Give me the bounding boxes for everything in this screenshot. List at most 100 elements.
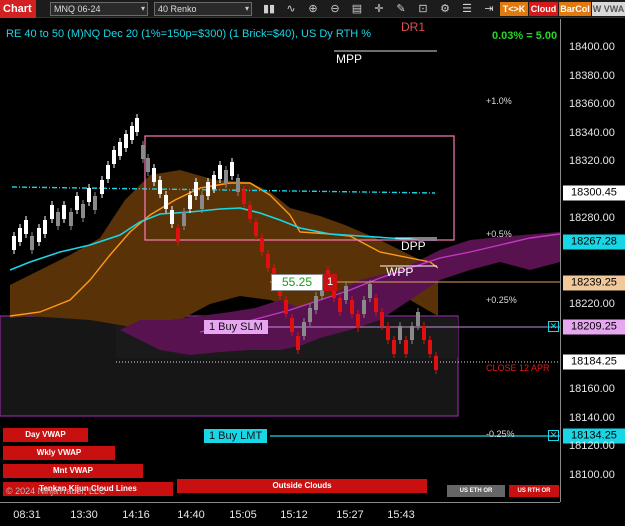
renko-brick (302, 322, 306, 336)
renko-brick (206, 182, 210, 196)
cancel-slm-icon[interactable]: ✕ (548, 321, 559, 332)
renko-brick (12, 236, 16, 250)
extend-icon[interactable]: ⇥ (482, 1, 496, 17)
renko-brick (188, 195, 192, 209)
vwap-toggle-button[interactable]: W VWA (592, 2, 625, 16)
time-tick-label: 15:27 (336, 509, 364, 521)
percent-readout: 0.03% = 5.00 (492, 30, 558, 42)
pct-label-1: +1.0% (486, 96, 512, 106)
mnt-vwap-button[interactable]: Mnt VWAP (3, 464, 143, 478)
buy-lmt-order[interactable]: 1 Buy LMT (204, 429, 268, 443)
renko-brick (141, 145, 145, 159)
renko-brick (362, 300, 366, 314)
zoom-out-icon[interactable]: ⊖ (328, 1, 342, 17)
price-tick-label: 18120.00 (569, 440, 615, 452)
copyright-text: © 2024 NinjaTrader, LLC (6, 486, 106, 496)
dr1-label: DR1 (401, 20, 426, 34)
chevron-down-icon: ▾ (140, 4, 145, 13)
lock-icon[interactable]: ⊡ (416, 1, 430, 17)
pnl-value[interactable]: 55.25 (271, 274, 323, 291)
renko-brick (62, 205, 66, 219)
close-price-badge: 18184.25 (563, 354, 625, 370)
chart-tab[interactable]: Chart (0, 0, 36, 18)
zoom-in-icon[interactable]: ⊕ (306, 1, 320, 17)
barcol-toggle-button[interactable]: BarCol (559, 2, 591, 16)
properties-icon[interactable]: ☰ (460, 1, 474, 17)
renko-brick (386, 326, 390, 340)
settings-icon[interactable]: ⚙ (438, 1, 452, 17)
fit-icon[interactable]: ▤ (350, 1, 364, 17)
renko-brick (135, 118, 139, 132)
renko-brick (356, 314, 360, 328)
time-tick-label: 15:05 (229, 509, 257, 521)
renko-brick (212, 175, 216, 189)
mpp-label: MPP (336, 52, 363, 66)
position-qty[interactable]: 1 (323, 274, 337, 291)
renko-brick (93, 196, 97, 210)
renko-brick (260, 238, 264, 252)
cancel-lmt-icon[interactable]: ✕ (548, 430, 559, 441)
crosshair-icon[interactable]: ✛ (372, 1, 386, 17)
renko-brick (124, 134, 128, 148)
renko-brick (118, 142, 122, 156)
renko-brick (146, 158, 150, 172)
instrument-selector[interactable]: MNQ 06-24 ▾ (50, 2, 148, 16)
time-tick-label: 14:16 (122, 509, 150, 521)
time-tick-label: 15:12 (280, 509, 308, 521)
renko-brick (158, 180, 162, 194)
day-vwap-button[interactable]: Day VWAP (3, 428, 88, 442)
renko-brick (266, 254, 270, 268)
time-tick-label: 15:43 (387, 509, 415, 521)
pct-label-025: +0.25% (486, 295, 517, 305)
price-axis[interactable]: 18300.45 18267.28 18239.25 18209.25 1818… (560, 19, 625, 502)
renko-brick (230, 162, 234, 176)
buy-slm-order[interactable]: 1 Buy SLM (204, 320, 268, 334)
renko-brick (18, 228, 22, 242)
outside-clouds-button[interactable]: Outside Clouds (177, 479, 427, 493)
renko-brick (404, 340, 408, 354)
chevron-down-icon: ▾ (244, 4, 249, 13)
renko-brick (112, 150, 116, 164)
cloud-toggle-button[interactable]: Cloud (529, 2, 558, 16)
bar-type-label: 40 Renko (158, 4, 197, 14)
price-tick-label: 18360.00 (569, 98, 615, 110)
us-eth-or-button[interactable]: US ETH OR (447, 485, 505, 497)
bar-type-selector[interactable]: 40 Renko ▾ (154, 2, 252, 16)
renko-brick (130, 126, 134, 140)
renko-brick (254, 222, 258, 236)
renko-brick (87, 188, 91, 202)
renko-brick (81, 204, 85, 218)
wkly-vwap-button[interactable]: Wkly VWAP (3, 446, 115, 460)
renko-brick (314, 296, 318, 310)
time-tick-label: 08:31 (13, 509, 41, 521)
time-axis[interactable]: 08:31 13:30 14:16 14:40 15:05 15:12 15:27 15:43 (0, 502, 560, 526)
close-date-label: CLOSE 12 APR (486, 363, 550, 373)
instrument-label: MNQ 06-24 (54, 4, 101, 14)
pct-label-05: +0.5% (486, 229, 512, 239)
renko-brick (56, 212, 60, 226)
renko-brick (170, 210, 174, 224)
renko-brick (428, 340, 432, 354)
indicator-icon[interactable]: ∿ (284, 1, 298, 17)
bar-chart-icon[interactable]: ▮▮ (262, 1, 276, 17)
us-rth-or-button[interactable]: US RTH OR (509, 485, 559, 497)
time-tick-label: 13:30 (70, 509, 98, 521)
renko-brick (410, 326, 414, 340)
renko-brick (236, 178, 240, 192)
tk-toggle-button[interactable]: T<>K (500, 2, 528, 16)
price-tick-label: 18220.00 (569, 297, 615, 310)
renko-brick (392, 340, 396, 354)
wpp-label: WPP (386, 265, 414, 279)
dpp-price-badge: 18267.28 (563, 234, 625, 250)
renko-brick (368, 284, 372, 298)
renko-brick (176, 228, 180, 242)
price-tick-label: 18280.00 (569, 212, 615, 224)
draw-icon[interactable]: ✎ (394, 1, 408, 17)
renko-brick (100, 180, 104, 194)
renko-brick (422, 326, 426, 340)
pct-label-m025: -0.25% (486, 429, 515, 439)
renko-brick (194, 182, 198, 196)
renko-brick (398, 326, 402, 340)
renko-brick (43, 220, 47, 234)
renko-brick (152, 168, 156, 182)
